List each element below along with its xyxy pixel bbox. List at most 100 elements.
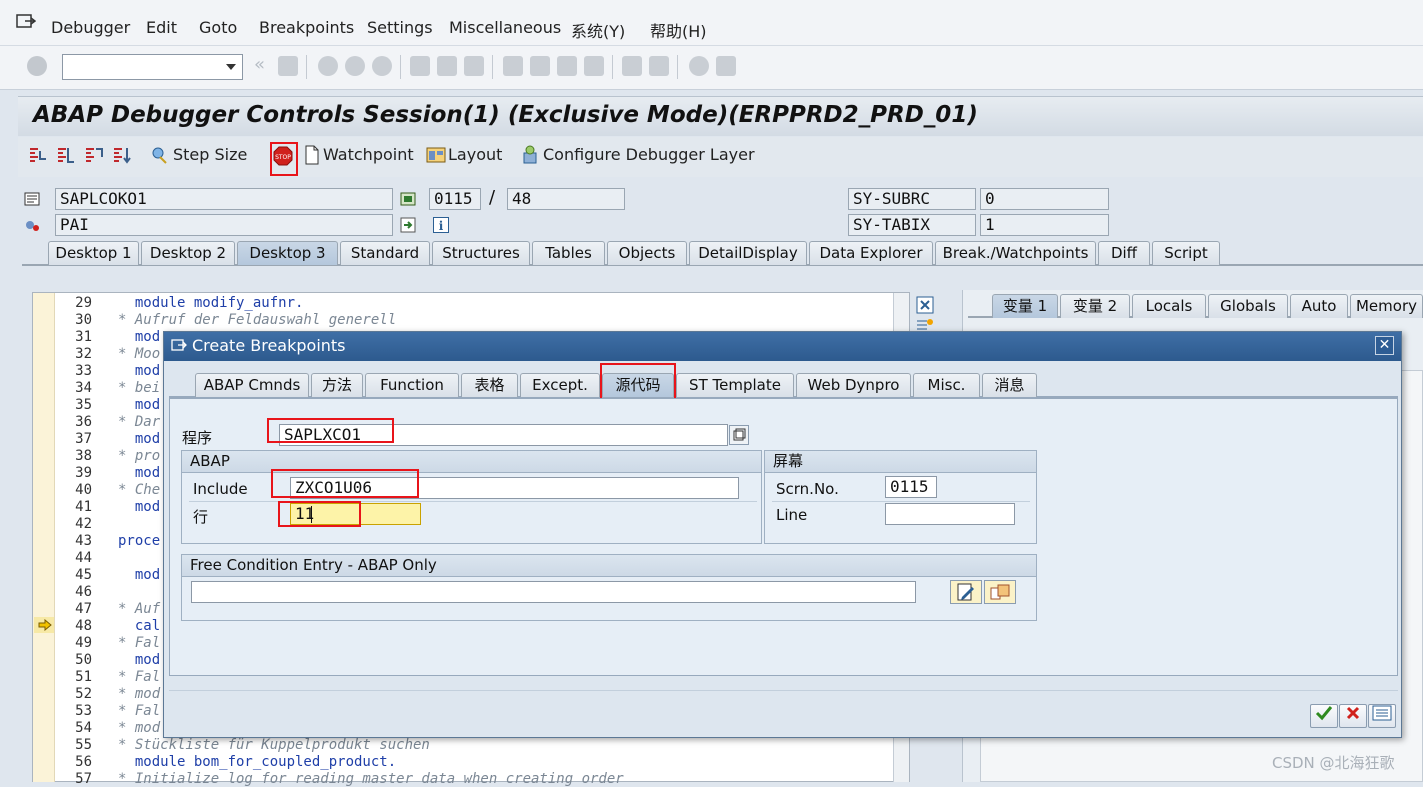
tab-globals[interactable]: Globals xyxy=(1208,294,1288,318)
code-line: mod xyxy=(118,329,161,345)
tab-locals[interactable]: Locals xyxy=(1132,294,1206,318)
close-tool-icon[interactable] xyxy=(916,296,934,314)
find-next-icon[interactable] xyxy=(464,56,484,76)
sy-subrc-label: SY-SUBRC xyxy=(848,188,976,210)
menu-goto[interactable]: Goto xyxy=(199,18,237,37)
first-page-icon[interactable] xyxy=(503,56,523,76)
event-field: PAI xyxy=(55,214,393,236)
command-field[interactable] xyxy=(62,54,243,80)
new-tool-icon[interactable] xyxy=(916,318,934,330)
tab-st-template[interactable]: ST Template xyxy=(676,373,794,397)
code-line: * bei xyxy=(118,380,161,396)
tab-function[interactable]: Function xyxy=(365,373,459,397)
menu-breakpoints[interactable]: Breakpoints xyxy=(259,18,354,37)
separator-slash: / xyxy=(489,187,496,208)
edit-condition-icon[interactable] xyxy=(950,580,982,604)
line-input[interactable]: 11 xyxy=(290,503,421,525)
copy-icon[interactable] xyxy=(729,425,749,445)
line-number: 52 xyxy=(75,686,92,702)
menu-help[interactable]: 帮助(H) xyxy=(650,18,707,42)
system-menu-icon[interactable] xyxy=(16,14,36,30)
cancel-icon[interactable] xyxy=(372,56,392,76)
stop-icon[interactable]: STOP xyxy=(273,146,293,166)
tab-desktop-2[interactable]: Desktop 2 xyxy=(141,241,235,265)
tab-auto[interactable]: Auto xyxy=(1290,294,1348,318)
breakpoint-gutter[interactable] xyxy=(33,293,55,782)
tab-desktop-3[interactable]: Desktop 3 xyxy=(237,241,338,265)
dialog-title-bar: Create Breakpoints xyxy=(164,332,1401,361)
step-size-button[interactable]: Step Size xyxy=(173,145,247,164)
tab-methods[interactable]: 方法 xyxy=(311,373,363,397)
line-number: 36 xyxy=(75,414,92,430)
tab-data-explorer[interactable]: Data Explorer xyxy=(809,241,933,265)
layout-button[interactable]: Layout xyxy=(448,145,502,164)
print-icon[interactable] xyxy=(410,56,430,76)
exit-icon[interactable] xyxy=(345,56,365,76)
cancel-button[interactable] xyxy=(1339,704,1367,728)
previous-page-icon[interactable] xyxy=(530,56,550,76)
tab-breakpoints-watchpoints[interactable]: Break./Watchpoints xyxy=(935,241,1096,265)
line-number: 34 xyxy=(75,380,92,396)
code-line: * Fal xyxy=(118,703,161,719)
find-icon[interactable] xyxy=(437,56,457,76)
execute-icon[interactable] xyxy=(56,145,76,165)
last-page-icon[interactable] xyxy=(584,56,604,76)
watchpoint-button[interactable]: Watchpoint xyxy=(323,145,414,164)
tab-tables[interactable]: 表格 xyxy=(461,373,518,397)
menu-system[interactable]: 系统(Y) xyxy=(571,18,625,42)
code-line: * Stückliste für Kuppelprodukt suchen xyxy=(118,737,430,753)
tab-variables-2[interactable]: 变量 2 xyxy=(1060,294,1130,318)
configure-debugger-layer-button[interactable]: Configure Debugger Layer xyxy=(543,145,755,164)
tab-exceptions[interactable]: Except. xyxy=(520,373,600,397)
confirm-button[interactable] xyxy=(1310,704,1338,728)
scrn-line-input[interactable] xyxy=(885,503,1015,525)
line-number: 53 xyxy=(75,703,92,719)
back-icon[interactable] xyxy=(318,56,338,76)
free-condition-input[interactable] xyxy=(191,581,916,603)
tab-abap-cmnds[interactable]: ABAP Cmnds xyxy=(195,373,309,397)
goto-source-icon[interactable] xyxy=(400,217,416,233)
save-icon[interactable] xyxy=(278,56,298,76)
line-number: 49 xyxy=(75,635,92,651)
tab-detaildisplay[interactable]: DetailDisplay xyxy=(689,241,807,265)
tab-messages[interactable]: 消息 xyxy=(982,373,1037,397)
continue-icon[interactable] xyxy=(112,145,132,165)
menu-edit[interactable]: Edit xyxy=(146,18,177,37)
include-input[interactable]: ZXCO1U06 xyxy=(290,477,739,499)
tab-misc[interactable]: Misc. xyxy=(913,373,980,397)
tab-objects[interactable]: Objects xyxy=(607,241,687,265)
program-input[interactable]: SAPLXCO1 xyxy=(279,424,728,446)
help-icon[interactable] xyxy=(689,56,709,76)
tab-web-dynpro[interactable]: Web Dynpro xyxy=(796,373,911,397)
tab-memory[interactable]: Memory xyxy=(1350,294,1423,318)
shortcut-icon[interactable] xyxy=(649,56,669,76)
program-field: SAPLCOKO1 xyxy=(55,188,393,210)
tab-diff[interactable]: Diff xyxy=(1098,241,1150,265)
scrn-no-input[interactable]: 0115 xyxy=(885,476,937,498)
menu-miscellaneous[interactable]: Miscellaneous xyxy=(449,18,561,37)
screen-icon[interactable] xyxy=(400,191,416,207)
single-step-icon[interactable] xyxy=(28,145,48,165)
layout-icon[interactable] xyxy=(716,56,736,76)
code-line: * Moo xyxy=(118,346,161,362)
tab-variables-1[interactable]: 变量 1 xyxy=(992,294,1058,318)
enter-icon[interactable] xyxy=(27,56,47,76)
tab-tables[interactable]: Tables xyxy=(532,241,605,265)
breakpoint-options-button[interactable] xyxy=(1368,704,1396,728)
code-line: * Fal xyxy=(118,635,161,651)
new-session-icon[interactable] xyxy=(622,56,642,76)
chevron-down-icon[interactable] xyxy=(226,64,236,70)
condition-editor-icon[interactable] xyxy=(984,580,1016,604)
tab-script[interactable]: Script xyxy=(1152,241,1220,265)
return-icon[interactable] xyxy=(84,145,104,165)
menu-debugger[interactable]: Debugger xyxy=(51,18,130,37)
tab-structures[interactable]: Structures xyxy=(432,241,530,265)
close-icon[interactable]: ✕ xyxy=(1375,336,1394,355)
next-page-icon[interactable] xyxy=(557,56,577,76)
tab-standard[interactable]: Standard xyxy=(340,241,430,265)
tab-desktop-1[interactable]: Desktop 1 xyxy=(48,241,139,265)
line-number: 56 xyxy=(75,754,92,770)
tab-source-code[interactable]: 源代码 xyxy=(602,373,674,397)
info-icon[interactable]: i xyxy=(433,217,449,233)
menu-settings[interactable]: Settings xyxy=(367,18,433,37)
